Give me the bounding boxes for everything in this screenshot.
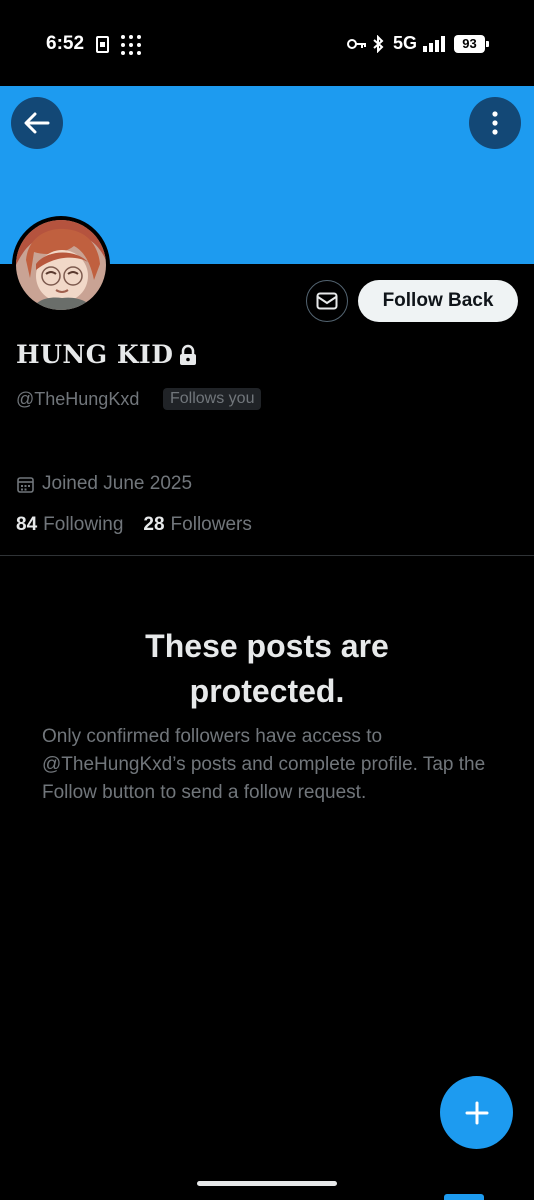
network-type: 5G [393, 33, 418, 53]
joined-date: Joined June 2025 [42, 473, 193, 494]
followers-stat[interactable]: 28 Followers [143, 514, 251, 536]
more-options-button[interactable] [469, 97, 521, 149]
grid-dots-icon [121, 35, 141, 55]
protected-title: These posts are protected. [145, 628, 389, 709]
arrow-left-icon [24, 112, 50, 134]
envelope-icon [316, 292, 338, 310]
message-button[interactable] [306, 280, 348, 322]
back-button[interactable] [11, 97, 63, 149]
joined-date-row: Joined June 2025 [17, 473, 192, 495]
status-time: 6:52 [46, 33, 85, 54]
signal-icon [423, 36, 445, 52]
sim-card-icon [96, 36, 109, 53]
home-indicator[interactable] [197, 1181, 337, 1186]
follows-you-badge: Follows you [163, 388, 262, 410]
bluetooth-icon [373, 35, 384, 53]
plus-icon [465, 1101, 488, 1124]
vertical-dots-icon [492, 111, 498, 135]
status-bar: 6:52 5G 93 [0, 0, 534, 86]
profile-screen: 6:52 5G 93 Follow Back HUNG KID @TheHung… [0, 0, 534, 1200]
follow-back-button[interactable]: Follow Back [358, 280, 518, 322]
battery-indicator: 93 [454, 35, 489, 53]
bottom-nav-peek [444, 1194, 484, 1200]
protected-description: Only confirmed followers have access to … [42, 726, 486, 803]
lock-icon [180, 344, 196, 365]
section-divider [0, 555, 534, 556]
following-stat[interactable]: 84 Following [16, 514, 123, 536]
calendar-icon [17, 476, 34, 493]
display-name: HUNG KID [16, 340, 174, 369]
follow-stats: 84 Following 28 Followers [16, 514, 272, 536]
avatar-image [16, 220, 106, 310]
following-count: 84 [16, 514, 38, 535]
followers-count: 28 [143, 514, 165, 535]
compose-button[interactable] [440, 1076, 513, 1149]
vpn-key-icon [347, 39, 366, 49]
user-handle: @TheHungKxd [16, 389, 140, 409]
avatar[interactable] [12, 216, 110, 314]
following-label: Following [43, 514, 124, 535]
followers-label: Followers [170, 514, 252, 535]
